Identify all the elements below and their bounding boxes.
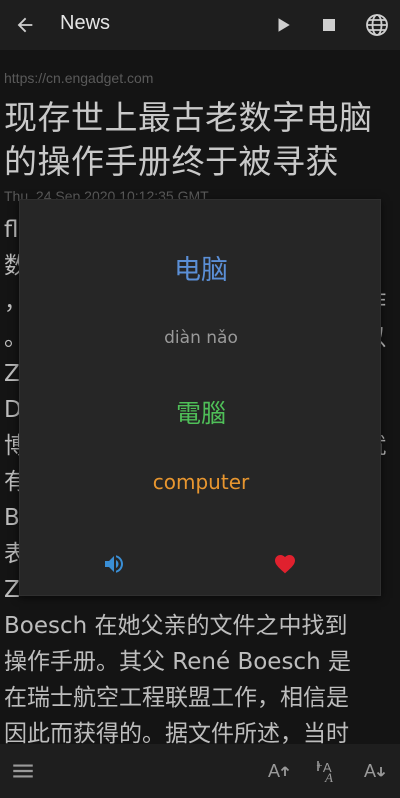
font-size-increase-button[interactable]: A [266,758,294,786]
font-switch-button[interactable]: ⁺A A [314,758,342,786]
globe-icon[interactable] [362,10,392,40]
app-bar: News [0,0,400,50]
back-arrow-icon[interactable] [10,10,40,40]
svg-text:A: A [268,761,280,781]
pinyin-text: diàn nǎo [164,328,238,348]
speaker-icon[interactable] [102,552,128,578]
svg-text:A: A [364,761,376,781]
page-title: News [60,12,111,34]
hamburger-menu-icon[interactable] [10,758,38,786]
article-url[interactable]: https://cn.engadget.com [4,70,153,86]
play-icon[interactable] [268,10,298,40]
stop-icon[interactable] [314,10,344,40]
bottom-toolbar: A ⁺A A A [0,744,400,798]
english-translation: computer [152,470,250,494]
article-headline: 现存世上最古老数字电脑的操作手册终于被寻获 [4,98,373,181]
svg-text:A: A [324,770,333,784]
simplified-chinese-word: 电脑 [174,255,228,286]
heart-icon[interactable] [273,552,299,578]
traditional-chinese-word: 電腦 [175,399,226,428]
word-definition-popup: 电脑 diàn nǎo 電腦 computer [19,199,381,596]
font-size-decrease-button[interactable]: A [362,758,390,786]
